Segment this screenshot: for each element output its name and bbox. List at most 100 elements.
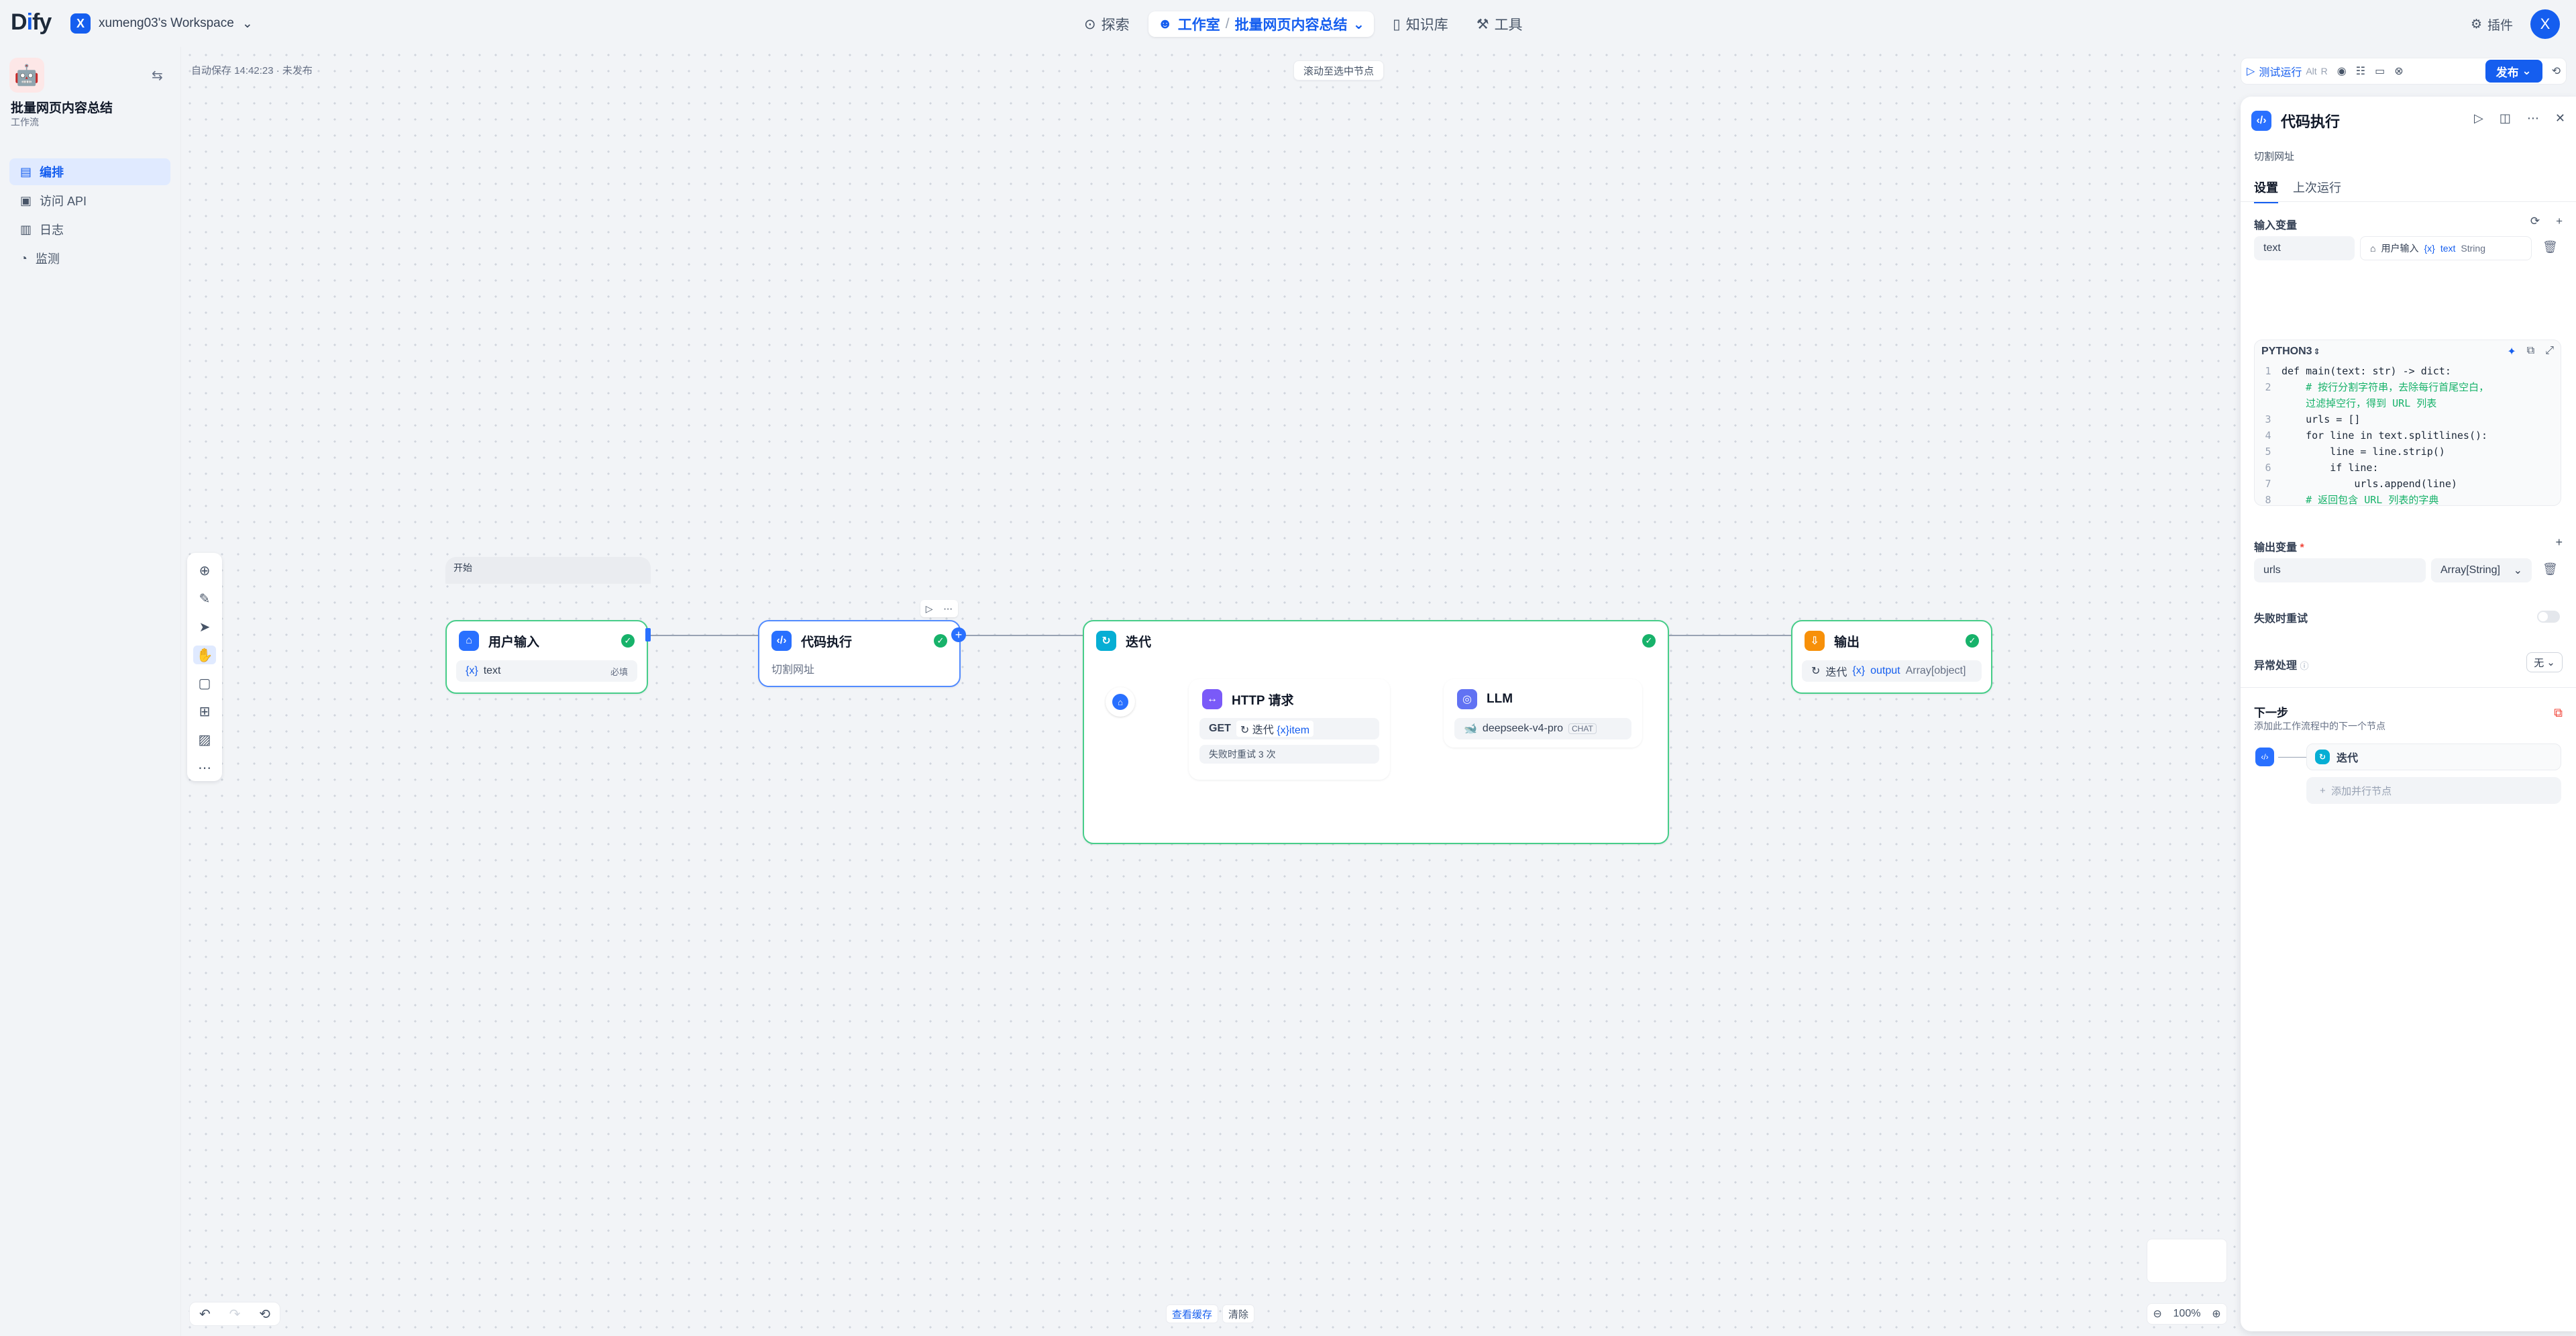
plugins-button[interactable]: ⚙ 插件: [2471, 15, 2513, 34]
trash-icon[interactable]: 🗑: [2542, 562, 2558, 576]
code-line[interactable]: 2 # 按行分割字符串，去除每行首尾空白，: [2255, 379, 2561, 395]
redo-icon[interactable]: ↷: [229, 1306, 241, 1323]
tab-last-run[interactable]: 上次运行: [2293, 178, 2341, 203]
node-user-input[interactable]: ⌂ 用户输入 ✓ {x} text 必填: [445, 620, 648, 694]
dify-logo[interactable]: Dify: [11, 9, 52, 36]
output-type-select[interactable]: Array[String] ⌄: [2431, 558, 2532, 582]
add-note-icon[interactable]: ✎: [193, 589, 216, 608]
app-sidebar: 🤖 ⇆ 批量网页内容总结 工作流 ▤ 编排 ▣ 访问 API ▥ 日志 ◔ 监测: [0, 47, 181, 1336]
tab-settings[interactable]: 设置: [2254, 178, 2278, 203]
code-line[interactable]: 8 # 返回包含 URL 列表的字典: [2255, 492, 2561, 505]
ai-generate-icon[interactable]: ✦: [2507, 345, 2516, 358]
zoom-in-icon[interactable]: ⊕: [2212, 1307, 2220, 1321]
sidebar-item-api[interactable]: ▣ 访问 API: [9, 187, 170, 214]
language-select[interactable]: PYTHON3: [2261, 346, 2312, 358]
pointer-icon[interactable]: ➤: [193, 617, 216, 636]
add-parallel-node-button[interactable]: + 添加并行节点: [2306, 777, 2561, 804]
more-icon[interactable]: ⋯: [943, 603, 953, 615]
version-history-icon[interactable]: ⟲: [2552, 64, 2561, 78]
add-node-icon[interactable]: ⊕: [193, 561, 216, 580]
top-bar: Dify X xumeng03's Workspace ⌄ ⊙ 探索 ☻ 工作室…: [0, 0, 2576, 47]
split-view-icon[interactable]: ◫: [2500, 111, 2511, 125]
close-icon[interactable]: ✕: [2555, 111, 2565, 125]
collapse-sidebar-icon[interactable]: ⇆: [152, 67, 163, 84]
nav-tools[interactable]: ⚒ 工具: [1467, 11, 1532, 37]
undo-icon[interactable]: ↶: [199, 1306, 211, 1323]
panel-desc[interactable]: 切割网址: [2254, 149, 2294, 163]
user-avatar[interactable]: X: [2530, 9, 2560, 39]
hand-icon[interactable]: ✋: [193, 646, 216, 664]
nav-knowledge[interactable]: ▯ 知识库: [1383, 11, 1458, 37]
more-icon[interactable]: ⋯: [193, 758, 216, 777]
test-run-button[interactable]: ▷ 测试运行 Alt R: [2247, 63, 2328, 79]
variables-icon[interactable]: ⊗: [2394, 64, 2403, 78]
code-line[interactable]: 6 if line:: [2255, 460, 2561, 476]
compass-icon: ⊙: [1084, 16, 1096, 32]
node-title: 代码执行: [801, 635, 853, 650]
history-icon[interactable]: ⟲: [259, 1306, 270, 1323]
sidebar-item-logs[interactable]: ▥ 日志: [9, 216, 170, 243]
code-line[interactable]: 4 for line in text.splitlines():: [2255, 427, 2561, 444]
export-image-icon[interactable]: ▨: [193, 730, 216, 749]
var-name: text: [483, 665, 501, 676]
node-output[interactable]: ⇩ 输出 ✓ ↻ 迭代 {x} output Array[object]: [1791, 620, 1992, 694]
iteration-icon: ↻: [2315, 750, 2330, 764]
minimap[interactable]: [2147, 1239, 2227, 1283]
nav-explore[interactable]: ⊙ 探索: [1075, 11, 1139, 37]
code-icon: ‹/›: [2255, 748, 2274, 766]
sidebar-item-orchestrate[interactable]: ▤ 编排: [9, 158, 170, 185]
history-controls: ↶ ↷ ⟲: [189, 1302, 280, 1326]
publish-button[interactable]: 发布 ⌄: [2485, 60, 2542, 83]
sidebar-item-monitor[interactable]: ◔ 监测: [9, 245, 170, 272]
features-icon[interactable]: ▭: [2375, 64, 2385, 78]
code-text: 过滤掉空行，得到 URL 列表: [2282, 397, 2437, 409]
node-http-request[interactable]: ↔ HTTP 请求 GET ↻ 迭代 {x}item 失败时重试 3 次: [1189, 679, 1390, 780]
node-llm[interactable]: ◎ LLM 🐋 deepseek-v4-pro CHAT: [1444, 679, 1642, 748]
zoom-level[interactable]: 100%: [2174, 1308, 2201, 1320]
code-editor[interactable]: PYTHON3 ⇕ ✦ ⧉ ⤢ 1 def main(text: str) -> …: [2254, 340, 2561, 506]
error-handling-select[interactable]: 无 ⌄: [2526, 652, 2563, 672]
input-var-name[interactable]: text: [2254, 236, 2355, 260]
node-handle[interactable]: [645, 628, 651, 641]
run-node-icon[interactable]: ▷: [2474, 111, 2483, 125]
nav-studio[interactable]: ☻ 工作室 / 批量网页内容总结 ⌄: [1148, 11, 1375, 37]
nav-current-app[interactable]: 批量网页内容总结: [1235, 14, 1348, 34]
panel-title[interactable]: 代码执行: [2281, 110, 2340, 132]
view-cache-button[interactable]: 查看缓存: [1166, 1304, 1219, 1323]
node-code[interactable]: ‹/› 代码执行 ✓ 切割网址: [758, 620, 961, 687]
organize-icon[interactable]: ⊞: [193, 702, 216, 721]
sync-icon[interactable]: ⟳: [2530, 215, 2540, 228]
scroll-to-selected-button[interactable]: 滚动至选中节点: [1293, 60, 1385, 81]
more-icon[interactable]: ⋯: [2527, 111, 2539, 125]
code-line[interactable]: 1 def main(text: str) -> dict:: [2255, 363, 2561, 379]
input-var-selector[interactable]: ⌂ 用户输入 {x} text String: [2360, 236, 2532, 260]
code-line[interactable]: 7 urls.append(line): [2255, 476, 2561, 492]
trash-icon[interactable]: 🗑: [2542, 240, 2558, 254]
env-icon[interactable]: ☷: [2356, 64, 2365, 78]
llm-icon: ◎: [1457, 689, 1477, 709]
output-var-name[interactable]: urls: [2254, 558, 2426, 582]
checklist-icon[interactable]: ◉: [2337, 64, 2347, 78]
input-vars-label: 输入变量: [2254, 220, 2298, 232]
add-icon[interactable]: +: [2556, 215, 2563, 228]
code-line[interactable]: 过滤掉空行，得到 URL 列表: [2255, 395, 2561, 411]
run-icon[interactable]: ▷: [926, 603, 933, 615]
next-node-card[interactable]: ↻ 迭代: [2306, 743, 2561, 770]
clear-button[interactable]: 清除: [1222, 1304, 1255, 1323]
retry-toggle[interactable]: [2537, 611, 2560, 623]
code-line[interactable]: 3 urls = []: [2255, 411, 2561, 427]
add-icon[interactable]: +: [2555, 535, 2563, 550]
expand-icon[interactable]: ⤢: [2545, 345, 2554, 358]
app-type: 工作流: [11, 117, 39, 127]
line-number: 1: [2265, 365, 2271, 377]
next-step-icon: ⧉: [2554, 706, 2563, 719]
home-icon: ⌂: [459, 631, 479, 651]
autosave-status: 自动保存 14:42:23 · 未发布: [191, 65, 313, 76]
copy-icon[interactable]: ⧉: [2527, 345, 2534, 358]
code-line[interactable]: 5 line = line.strip(): [2255, 444, 2561, 460]
comment-icon[interactable]: ▢: [193, 674, 216, 692]
home-icon: ⌂: [2370, 243, 2376, 254]
add-next-node-icon[interactable]: +: [951, 627, 966, 642]
zoom-out-icon[interactable]: ⊖: [2153, 1307, 2161, 1321]
workspace-switcher[interactable]: X xumeng03's Workspace ⌄: [70, 12, 253, 35]
